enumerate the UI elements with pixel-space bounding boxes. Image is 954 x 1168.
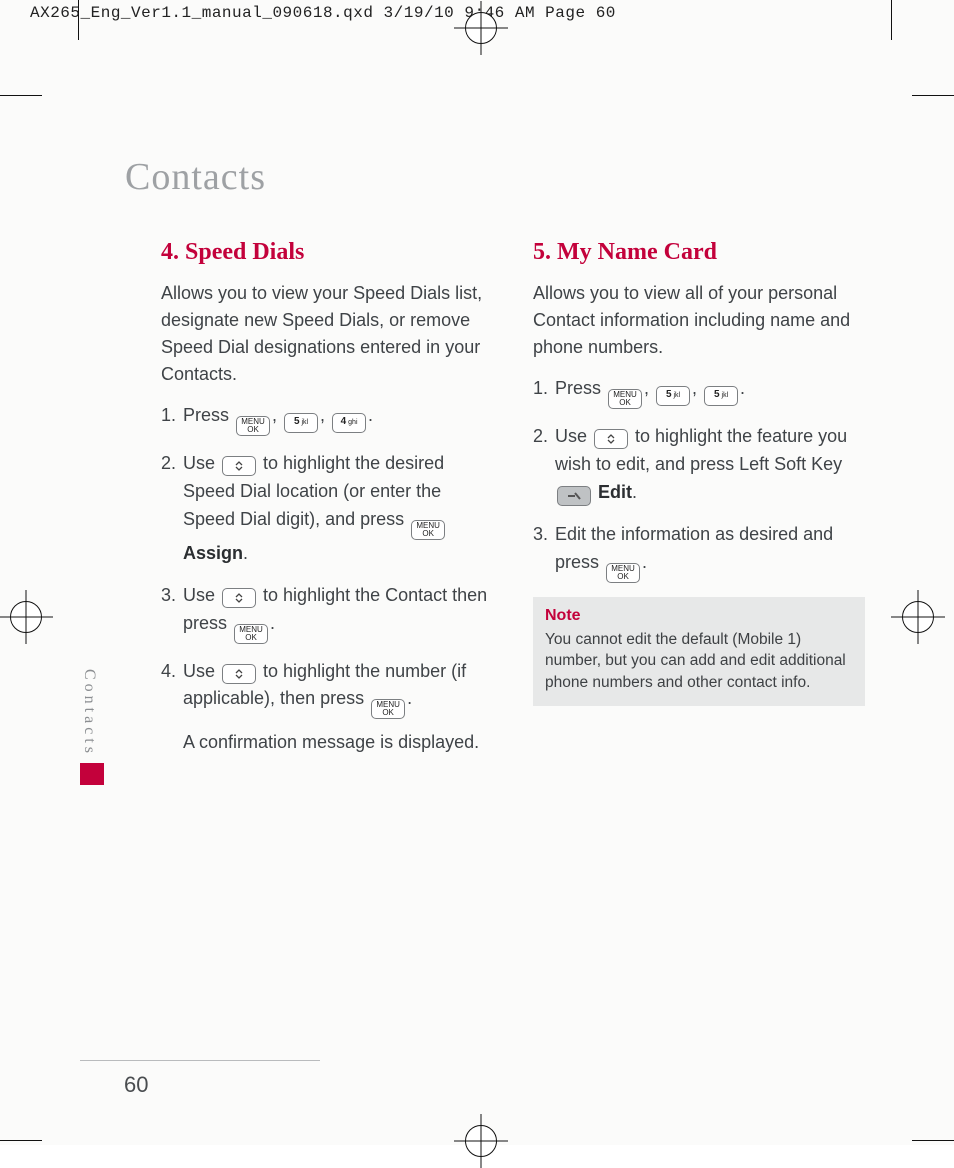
registration-mark-icon [465,12,497,44]
step-number: 1. [161,402,183,436]
section-my-name-card: 5. My Name Card Allows you to view all o… [533,239,865,771]
manual-page: AX265_Eng_Ver1.1_manual_090618.qxd 3/19/… [0,0,954,1145]
chapter-title: Contacts [125,155,865,199]
print-slug: AX265_Eng_Ver1.1_manual_090618.qxd 3/19/… [30,4,616,22]
page-content: Contacts 4. Speed Dials Allows you to vi… [125,155,865,771]
section-intro: Allows you to view your Speed Dials list… [161,280,493,388]
section-heading: 4. Speed Dials [161,239,493,266]
note-heading: Note [545,607,853,625]
four-key-icon: 4ghi [332,413,366,433]
step: 1. Press MENUOK, 5jkl, 4ghi. [161,402,493,436]
crop-mark [912,1140,954,1141]
crop-mark [0,95,42,96]
step: 2. Use to highlight the feature you wish… [533,423,865,507]
step-text: Use [183,661,220,681]
five-key-icon: 5jkl [656,386,690,406]
step-number: 3. [161,582,183,644]
menu-ok-key-icon: MENUOK [608,389,642,409]
section-speed-dials: 4. Speed Dials Allows you to view your S… [161,239,493,771]
step-text: Use [555,426,592,446]
section-intro: Allows you to view all of your personal … [533,280,865,361]
menu-ok-key-icon: MENUOK [236,416,270,436]
nav-key-icon [594,429,628,449]
section-heading: 5. My Name Card [533,239,865,266]
registration-mark-icon [10,601,42,633]
note-body: You cannot edit the default (Mobile 1) n… [545,629,853,694]
step: 4. Use to highlight the number (if appli… [161,658,493,758]
step-number: 2. [533,423,555,507]
side-tab: Contacts [80,665,104,785]
step: 2. Use to highlight the desired Speed Di… [161,450,493,568]
step: 3. Edit the information as desired and p… [533,521,865,583]
step-number: 1. [533,375,555,409]
side-tab-marker [80,763,104,785]
nav-key-icon [222,456,256,476]
registration-mark-icon [465,1125,497,1157]
step-text: Use [183,453,220,473]
step-number: 4. [161,658,183,758]
crop-mark [891,0,892,40]
step-text: Press [555,378,606,398]
menu-ok-key-icon: MENUOK [606,563,640,583]
step-text: Edit the information as desired and pres… [555,524,833,572]
step-bold: Edit [598,482,632,502]
left-soft-key-icon [557,486,591,506]
step-bold: Assign [183,543,243,563]
crop-mark [912,95,954,96]
nav-key-icon [222,664,256,684]
step: 3. Use to highlight the Contact then pre… [161,582,493,644]
side-tab-label: Contacts [80,665,98,761]
step-number: 2. [161,450,183,568]
nav-key-icon [222,588,256,608]
menu-ok-key-icon: MENUOK [411,520,445,540]
note-box: Note You cannot edit the default (Mobile… [533,597,865,706]
crop-mark [78,0,79,40]
step-number: 3. [533,521,555,583]
five-key-icon: 5jkl [284,413,318,433]
footer-rule [80,1060,320,1061]
step: 1. Press MENUOK, 5jkl, 5jkl. [533,375,865,409]
step-sub: A confirmation message is displayed. [183,729,493,757]
step-text: Press [183,405,234,425]
menu-ok-key-icon: MENUOK [371,699,405,719]
five-key-icon: 5jkl [704,386,738,406]
crop-mark [0,1140,42,1141]
menu-ok-key-icon: MENUOK [234,624,268,644]
registration-mark-icon [902,601,934,633]
page-number: 60 [124,1072,148,1098]
step-text: Use [183,585,220,605]
